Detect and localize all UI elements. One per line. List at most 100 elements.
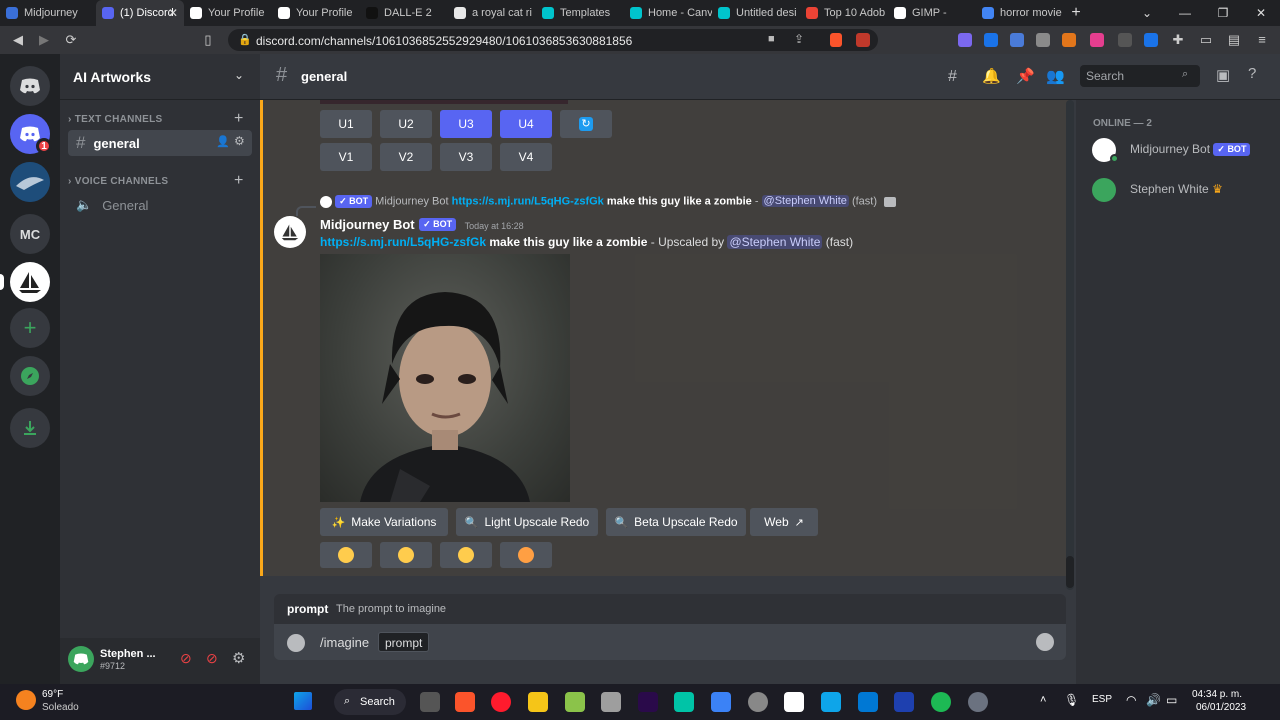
- prompt-parameter[interactable]: prompt: [378, 632, 430, 652]
- capcut-icon[interactable]: [784, 692, 804, 712]
- sidebar-icon[interactable]: ▭: [1198, 32, 1214, 48]
- light-upscale-redo-button[interactable]: 🔍 Light Upscale Redo: [456, 508, 598, 536]
- mic-muted-icon[interactable]: ⊘: [180, 650, 192, 667]
- browser-tab[interactable]: Top 10 Adob: [800, 0, 888, 26]
- browser-tab[interactable]: GIMP -: [888, 0, 976, 26]
- reaction-button[interactable]: [440, 542, 492, 568]
- microphone-icon[interactable]: 🎙: [1064, 693, 1079, 707]
- wifi-icon[interactable]: ◠: [1126, 693, 1136, 707]
- server-mc[interactable]: MC: [10, 214, 50, 254]
- server-midjourney[interactable]: [10, 262, 50, 302]
- extension-icon[interactable]: [1144, 33, 1158, 47]
- scrollbar-thumb[interactable]: [1066, 556, 1074, 588]
- extension-icon[interactable]: [958, 33, 972, 47]
- share-icon[interactable]: ⇪: [794, 32, 804, 46]
- author-name[interactable]: Midjourney Bot: [320, 217, 415, 232]
- forward-icon[interactable]: ▶: [36, 32, 52, 48]
- member-stephen-white[interactable]: Stephen White ♛: [1084, 176, 1272, 202]
- menu-icon[interactable]: ≡: [1254, 32, 1270, 48]
- browser-tab[interactable]: Home - Canv: [624, 0, 712, 26]
- voice-channel-general[interactable]: 🔈 General: [68, 192, 252, 218]
- brave-icon[interactable]: [455, 692, 475, 712]
- deafen-icon[interactable]: ⊘: [206, 650, 218, 667]
- app-icon[interactable]: [894, 692, 914, 712]
- browser-tab[interactable]: a royal cat ri: [448, 0, 536, 26]
- clock-date[interactable]: 06/01/2023: [1196, 702, 1246, 713]
- gear-icon[interactable]: ⚙: [234, 134, 245, 148]
- members-icon[interactable]: 👥: [1046, 67, 1065, 85]
- reroll-button[interactable]: ↻: [560, 110, 612, 138]
- browser-tab[interactable]: Untitled desi: [712, 0, 800, 26]
- text-channels-category[interactable]: › TEXT CHANNELS: [68, 114, 163, 125]
- battery-icon[interactable]: ▭: [1166, 693, 1177, 707]
- language-indicator[interactable]: ESP: [1092, 694, 1112, 705]
- file-explorer-icon[interactable]: [528, 692, 548, 712]
- beta-upscale-redo-button[interactable]: 🔍 Beta Upscale Redo: [606, 508, 746, 536]
- wallet-icon[interactable]: ▤: [1226, 32, 1242, 48]
- u2-button[interactable]: U2: [380, 110, 432, 138]
- brave-shield-icon[interactable]: [830, 33, 842, 47]
- browser-tab[interactable]: (1) Discord ✕: [96, 0, 184, 26]
- address-bar[interactable]: 🔒 discord.com/channels/10610368525529294…: [228, 29, 878, 51]
- maximize-icon[interactable]: ❐: [1204, 0, 1242, 26]
- avatar[interactable]: [274, 216, 306, 248]
- add-server-button[interactable]: +: [10, 308, 50, 348]
- camtasia-icon[interactable]: [565, 692, 585, 712]
- channel-general[interactable]: # general 👤 ⚙: [68, 130, 252, 156]
- v2-button[interactable]: V2: [380, 143, 432, 171]
- pin-icon[interactable]: 📌: [1016, 67, 1035, 85]
- add-channel-icon[interactable]: +: [234, 110, 243, 128]
- browser-tab[interactable]: Midjourney: [0, 0, 96, 26]
- extension-icon[interactable]: [1118, 33, 1132, 47]
- clock-time[interactable]: 04:34 p. m.: [1192, 689, 1242, 700]
- browser-tab[interactable]: horror movie: [976, 0, 1064, 26]
- chevron-down-icon[interactable]: ⌄: [234, 68, 244, 82]
- server-discord[interactable]: 1: [10, 114, 52, 154]
- puzzle-icon[interactable]: ✚: [1170, 32, 1186, 48]
- member-midjourney-bot[interactable]: Midjourney Bot ✓ BOT: [1084, 136, 1272, 163]
- reply-mention[interactable]: @Stephen White: [761, 195, 849, 208]
- scrollbar[interactable]: [1066, 100, 1074, 590]
- make-variations-button[interactable]: ✨ Make Variations: [320, 508, 448, 536]
- weather-icon[interactable]: [16, 690, 36, 710]
- generated-image[interactable]: [320, 254, 570, 502]
- v1-button[interactable]: V1: [320, 143, 372, 171]
- volume-icon[interactable]: 🔊: [1146, 693, 1161, 707]
- reload-icon[interactable]: ⟳: [63, 32, 79, 48]
- inbox-icon[interactable]: ▣: [1216, 66, 1230, 84]
- browser-tab[interactable]: DALL-E 2: [360, 0, 448, 26]
- u4-button[interactable]: U4: [500, 110, 552, 138]
- chrome-icon[interactable]: [748, 692, 768, 712]
- web-button[interactable]: Web ↗: [750, 508, 818, 536]
- reaction-button[interactable]: [380, 542, 432, 568]
- chevron-up-icon[interactable]: ˄: [1040, 694, 1046, 706]
- extension-icon[interactable]: [984, 33, 998, 47]
- server-header[interactable]: AI Artworks ⌄: [60, 54, 260, 100]
- u1-button[interactable]: U1: [320, 110, 372, 138]
- close-tab-icon[interactable]: ✕: [168, 6, 178, 20]
- back-icon[interactable]: ◀: [10, 32, 26, 48]
- user-mention[interactable]: @Stephen White: [727, 235, 823, 249]
- app-icon[interactable]: [601, 692, 621, 712]
- chevron-down-icon[interactable]: ⌄: [1128, 0, 1166, 26]
- opera-icon[interactable]: [491, 692, 511, 712]
- reaction-button[interactable]: [500, 542, 552, 568]
- add-channel-icon[interactable]: +: [234, 172, 243, 190]
- bell-icon[interactable]: 🔔: [982, 67, 1001, 85]
- spotify-icon[interactable]: [931, 692, 951, 712]
- browser-tab[interactable]: Your Profile: [184, 0, 272, 26]
- explore-servers-button[interactable]: [10, 356, 50, 396]
- reply-preview[interactable]: ✓ BOT Midjourney Bot https://s.mj.run/L5…: [320, 195, 897, 208]
- discord-home-button[interactable]: [10, 66, 50, 106]
- metamask-icon[interactable]: [1062, 33, 1076, 47]
- help-icon[interactable]: ?: [1248, 65, 1256, 82]
- extension-icon[interactable]: [1090, 33, 1104, 47]
- u3-button[interactable]: U3: [440, 110, 492, 138]
- reaction-button[interactable]: [320, 542, 372, 568]
- command-option-hint[interactable]: prompt The prompt to imagine: [274, 594, 1066, 624]
- windows-start-icon[interactable]: [294, 692, 312, 710]
- v3-button[interactable]: V3: [440, 143, 492, 171]
- minimize-icon[interactable]: —: [1166, 0, 1204, 26]
- voice-channels-category[interactable]: › VOICE CHANNELS: [68, 176, 168, 187]
- threads-icon[interactable]: #: [948, 68, 957, 86]
